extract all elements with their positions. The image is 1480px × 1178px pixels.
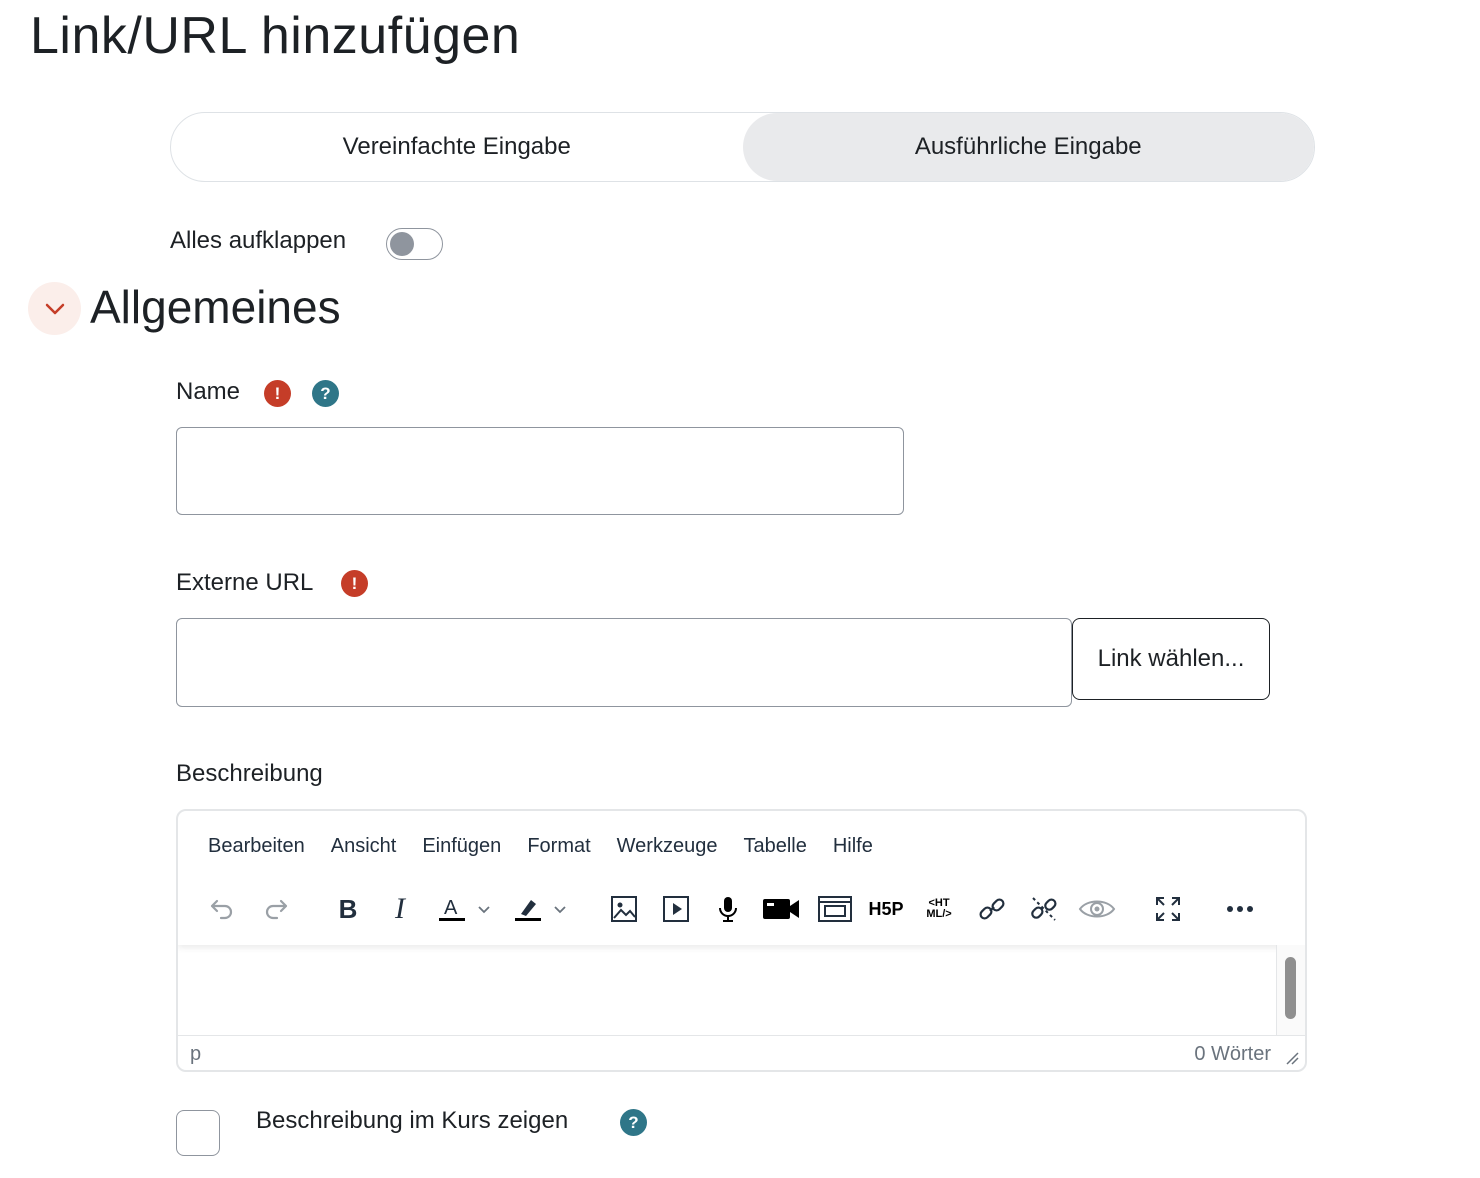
italic-icon[interactable]: I (384, 892, 416, 925)
chevron-down-icon (45, 303, 64, 314)
rich-text-editor: Bearbeiten Ansicht Einfügen Format Werkz… (176, 809, 1307, 1072)
editor-content-area[interactable] (178, 945, 1277, 1035)
editor-statusbar: p 0 Wörter (178, 1035, 1305, 1070)
menu-view[interactable]: Ansicht (331, 835, 397, 858)
url-input[interactable] (176, 618, 1072, 707)
name-input[interactable] (176, 427, 904, 515)
page-title: Link/URL hinzufügen (30, 7, 521, 65)
more-icon[interactable] (1224, 893, 1256, 925)
video-icon[interactable] (762, 893, 800, 925)
simple-mode-button[interactable]: Vereinfachte Eingabe (171, 113, 743, 181)
chevron-down-icon[interactable] (474, 893, 494, 925)
fullscreen-icon[interactable] (1152, 893, 1184, 925)
media-icon[interactable] (660, 893, 692, 925)
redo-icon[interactable] (260, 893, 292, 925)
menu-format[interactable]: Format (527, 835, 590, 858)
menu-edit[interactable]: Bearbeiten (208, 835, 305, 858)
scrollbar-thumb[interactable] (1285, 957, 1296, 1019)
element-path[interactable]: p (190, 1043, 201, 1066)
menu-help[interactable]: Hilfe (833, 835, 873, 858)
editor-menubar: Bearbeiten Ansicht Einfügen Format Werkz… (208, 835, 899, 858)
editor-toolbar: Bearbeiten Ansicht Einfügen Format Werkz… (178, 811, 1305, 945)
undo-icon[interactable] (206, 893, 238, 925)
choose-link-button[interactable]: Link wählen... (1072, 618, 1270, 700)
expand-all-toggle[interactable] (386, 228, 443, 260)
section-title: Allgemeines (90, 281, 341, 333)
help-icon[interactable]: ? (312, 380, 339, 407)
show-description-checkbox[interactable] (176, 1110, 220, 1156)
embed-icon[interactable] (818, 893, 852, 925)
url-label: Externe URL (176, 569, 314, 596)
resize-handle-icon[interactable] (1285, 1051, 1299, 1065)
required-icon: ! (341, 570, 368, 597)
bold-icon[interactable]: B (332, 893, 364, 925)
required-icon: ! (264, 380, 291, 407)
word-count[interactable]: 0 Wörter (1194, 1043, 1271, 1066)
microphone-icon[interactable] (712, 893, 744, 925)
menu-insert[interactable]: Einfügen (422, 835, 501, 858)
unlink-icon[interactable] (1028, 893, 1060, 925)
html-icon[interactable]: <HT ML/> (920, 893, 958, 925)
advanced-mode-button[interactable]: Ausführliche Eingabe (742, 113, 1314, 181)
toggle-knob (390, 232, 414, 256)
section-collapse-button[interactable] (28, 282, 81, 335)
menu-table[interactable]: Tabelle (743, 835, 806, 858)
menu-tools[interactable]: Werkzeuge (617, 835, 718, 858)
image-icon[interactable] (608, 893, 640, 925)
expand-all-label: Alles aufklappen (170, 227, 347, 254)
show-description-label: Beschreibung im Kurs zeigen (256, 1107, 569, 1134)
h5p-icon[interactable]: H5P (868, 893, 904, 925)
mode-switch: Vereinfachte Eingabe Ausführliche Eingab… (170, 112, 1315, 182)
chevron-down-icon[interactable] (550, 893, 570, 925)
text-color-icon[interactable]: A (436, 893, 468, 925)
svg-text:A: A (444, 897, 458, 919)
name-label: Name (176, 378, 241, 405)
help-icon[interactable]: ? (620, 1109, 647, 1136)
editor-scrollbar[interactable] (1276, 945, 1305, 1035)
preview-icon[interactable] (1078, 893, 1116, 925)
link-icon[interactable] (976, 893, 1008, 925)
highlight-icon[interactable] (512, 893, 544, 925)
description-label: Beschreibung (176, 760, 323, 787)
